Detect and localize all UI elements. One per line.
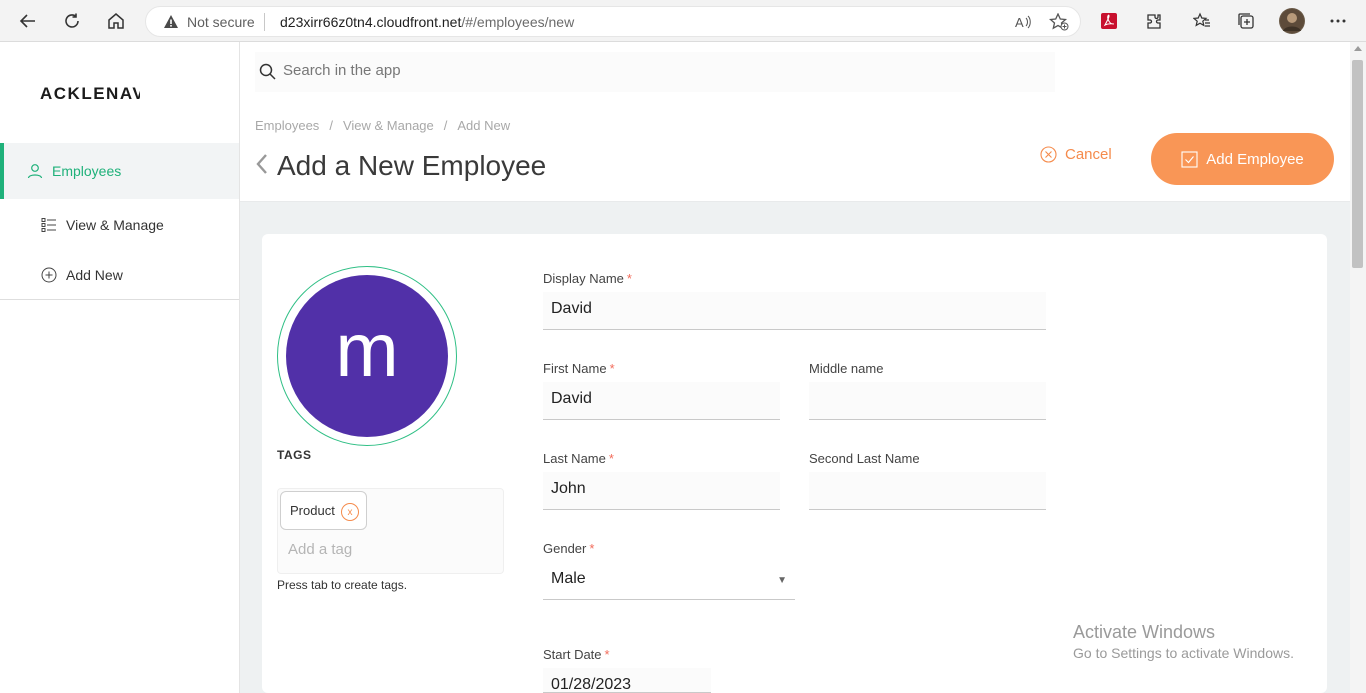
svg-text:A: A: [1015, 15, 1024, 30]
scroll-up-icon[interactable]: [1354, 46, 1362, 51]
first-name-label: First Name *: [543, 361, 615, 376]
url-path: /#/employees/new: [461, 14, 575, 30]
sidebar-item-label: Add New: [66, 267, 123, 283]
tag-label: Product: [290, 503, 335, 518]
person-icon: [26, 162, 44, 180]
required-mark: *: [609, 361, 615, 376]
last-name-field[interactable]: John: [543, 472, 780, 510]
more-menu-icon[interactable]: [1326, 9, 1350, 33]
display-name-field[interactable]: David: [543, 292, 1046, 330]
sidebar: ACKLENAVE Employees View & Manage Add Ne…: [0, 42, 240, 693]
pdf-extension-icon[interactable]: [1097, 9, 1121, 33]
address-bar[interactable]: Not secure d23xirr66z0tn4.cloudfront.net…: [145, 6, 1081, 37]
cancel-button[interactable]: Cancel: [1040, 146, 1112, 163]
tags-hint: Press tab to create tags.: [277, 578, 408, 592]
chevron-left-icon[interactable]: [255, 152, 275, 181]
sidebar-divider: [0, 299, 239, 300]
search-input[interactable]: Search in the app: [283, 62, 401, 79]
middle-name-field[interactable]: [809, 382, 1046, 420]
profile-avatar[interactable]: [1279, 8, 1305, 34]
page-title: Add a New Employee: [277, 150, 547, 181]
plus-circle-icon: [40, 266, 58, 284]
scrollbar-thumb[interactable]: [1352, 60, 1363, 268]
last-name-label: Last Name *: [543, 451, 614, 466]
avatar-letter: m: [335, 307, 399, 393]
cancel-label: Cancel: [1065, 146, 1112, 163]
address-divider: [264, 13, 265, 31]
start-date-label: Start Date *: [543, 647, 610, 662]
list-icon: [40, 216, 58, 234]
sidebar-item-view-manage[interactable]: View & Manage: [0, 205, 239, 245]
sidebar-item-label: Employees: [52, 163, 122, 179]
required-mark: *: [608, 451, 614, 466]
gender-value: Male: [551, 570, 586, 587]
second-last-name-label: Second Last Name: [809, 451, 920, 466]
sidebar-item-label: View & Manage: [66, 217, 164, 233]
scrollbar[interactable]: [1350, 42, 1366, 693]
favorites-icon[interactable]: [1190, 9, 1214, 33]
breadcrumb-view-manage[interactable]: View & Manage: [343, 118, 434, 133]
checkbox-icon: [1181, 150, 1198, 168]
close-circle-icon: [1040, 146, 1057, 163]
required-mark: *: [589, 541, 595, 556]
avatar[interactable]: m: [286, 275, 448, 437]
favorite-add-icon[interactable]: [1048, 12, 1069, 36]
gender-label: Gender *: [543, 541, 595, 556]
tag-chip: Product x: [280, 491, 367, 530]
start-date-field[interactable]: 01/28/2023: [543, 668, 711, 693]
extensions-icon[interactable]: [1142, 9, 1166, 33]
required-mark: *: [626, 271, 632, 286]
home-icon[interactable]: [104, 9, 128, 33]
tag-input[interactable]: Add a tag: [288, 541, 352, 558]
breadcrumb: Employees / View & Manage / Add New: [255, 118, 511, 133]
refresh-icon[interactable]: [60, 9, 84, 33]
middle-name-label: Middle name: [809, 361, 884, 376]
dropdown-arrow-icon: ▼: [777, 575, 787, 586]
collections-icon[interactable]: [1234, 9, 1258, 33]
watermark-title: Activate Windows: [1073, 622, 1216, 642]
watermark-subtitle: Go to Settings to activate Windows.: [1073, 645, 1294, 661]
warning-icon: [163, 14, 179, 35]
first-name-field[interactable]: David: [543, 382, 780, 420]
second-last-name-field[interactable]: [809, 472, 1046, 510]
breadcrumb-employees[interactable]: Employees: [255, 118, 319, 133]
search-bar[interactable]: Search in the app: [255, 52, 1055, 92]
logo[interactable]: ACKLENAVE: [40, 84, 140, 104]
page-title-row: Add a New Employee: [255, 150, 546, 182]
display-name-label: Display Name *: [543, 271, 632, 286]
main-header: Search in the app Employees / View & Manag…: [240, 42, 1350, 202]
not-secure-label: Not secure: [187, 14, 255, 30]
search-icon: [259, 63, 276, 85]
windows-activation-watermark: Activate Windows Go to Settings to activ…: [1073, 622, 1294, 661]
sidebar-item-add-new[interactable]: Add New: [0, 255, 239, 295]
read-aloud-icon[interactable]: A: [1014, 13, 1032, 36]
sidebar-item-employees[interactable]: Employees: [0, 143, 239, 199]
browser-toolbar: Not secure d23xirr66z0tn4.cloudfront.net…: [0, 0, 1366, 42]
tag-remove-icon[interactable]: x: [341, 503, 359, 521]
required-mark: *: [604, 647, 610, 662]
breadcrumb-add-new[interactable]: Add New: [457, 118, 510, 133]
gender-select[interactable]: Male ▼: [543, 562, 795, 600]
add-employee-label: Add Employee: [1206, 150, 1304, 168]
add-employee-button[interactable]: Add Employee: [1151, 133, 1334, 185]
url-host: d23xirr66z0tn4.cloudfront.net: [280, 14, 462, 30]
back-arrow-icon[interactable]: [16, 9, 40, 33]
tags-title: TAGS: [277, 448, 312, 462]
url-text: d23xirr66z0tn4.cloudfront.net/#/employee…: [280, 14, 574, 30]
